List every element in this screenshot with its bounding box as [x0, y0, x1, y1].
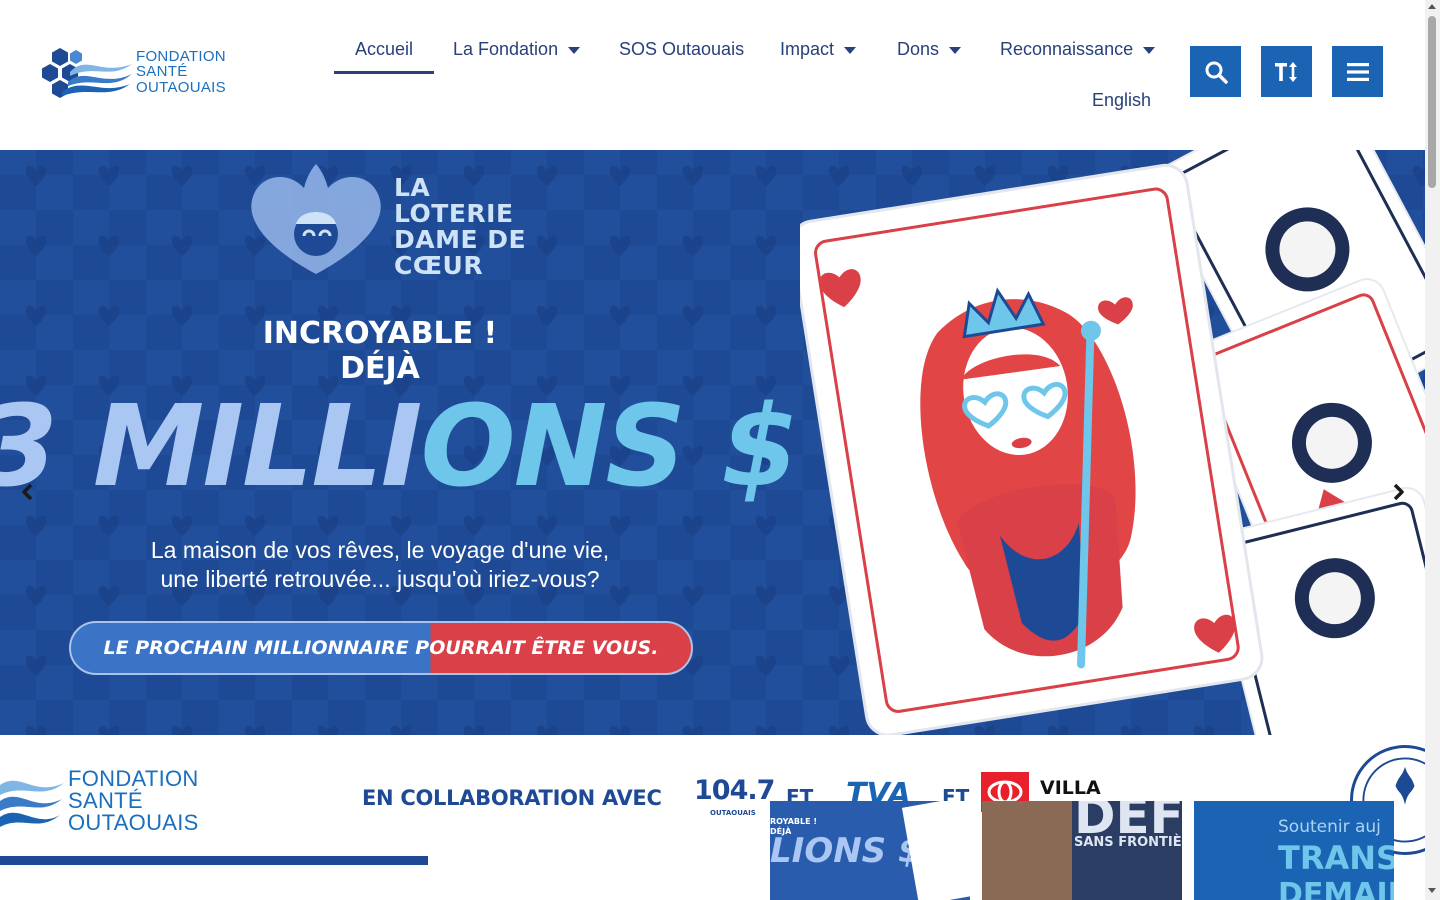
- thumbnail-portrait-icon: [982, 801, 1072, 900]
- nav-item-dons[interactable]: Dons: [897, 24, 962, 74]
- hero-tagline: La maison de vos rêves, le voyage d'une …: [80, 536, 680, 594]
- logo-line: OUTAOUAIS: [136, 78, 226, 96]
- nav-item-label: La Fondation: [453, 38, 559, 59]
- logo-mark-icon: [42, 48, 132, 98]
- hero-headline-left: 3 MILLI: [0, 382, 422, 512]
- hero-kicker: INCROYABLE ! DÉJÀ: [230, 316, 530, 386]
- thumbnail-defi[interactable]: DÉFI SANS FRONTIÈRES: [982, 801, 1182, 900]
- caret-down-icon: [844, 46, 857, 54]
- lottery-name-line: DAME DE: [394, 225, 527, 254]
- nav-item-label: Reconnaissance: [1000, 38, 1134, 59]
- hamburger-menu-icon: [1346, 62, 1369, 81]
- lottery-name-line: LA: [394, 173, 431, 202]
- nav-item-la-fondation[interactable]: La Fondation: [453, 24, 581, 74]
- thumbnail-line: LIONS $: [770, 831, 922, 871]
- scroll-down-arrow-icon[interactable]: [1428, 888, 1436, 893]
- hero-tagline-line: une liberté retrouvée... jusqu'où iriez-…: [160, 566, 600, 592]
- lottery-name-line: CŒUR: [394, 251, 484, 280]
- scrollbar-thumb[interactable]: [1428, 16, 1436, 188]
- scroll-up-arrow-icon[interactable]: [1428, 4, 1436, 9]
- strip-logo-text: FONDATION SANTÉ OUTAOUAIS: [68, 768, 199, 834]
- collaboration-banner: FONDATION SANTÉ OUTAOUAIS EN COLLABORATI…: [0, 735, 1425, 900]
- nav-item-label: SOS Outaouais: [619, 38, 745, 59]
- thumbnail-card-icon: [901, 801, 970, 900]
- collaboration-label: EN COLLABORATION AVEC: [362, 786, 662, 810]
- strip-logo-line: OUTAOUAIS: [68, 810, 199, 835]
- hero-headline: 3 MILLIONS $: [0, 382, 799, 512]
- thumbnail-line: Soutenir auj: [1278, 817, 1381, 837]
- thumbnail-line: SANS FRONTIÈRES: [1074, 835, 1182, 850]
- nav-item-impact[interactable]: Impact: [780, 24, 857, 74]
- nav-item-accueil[interactable]: Accueil: [334, 24, 434, 74]
- hero-headline-right: ONS $: [420, 382, 799, 512]
- caret-down-icon: [1143, 46, 1156, 54]
- nav-item-sos-outaouais[interactable]: SOS Outaouais: [619, 24, 744, 74]
- hero-slider[interactable]: LA LOTERIE DAME DE CŒUR INCROYABLE ! DÉJ…: [0, 150, 1425, 735]
- nav-item-label: English: [1092, 89, 1152, 110]
- slider-next-arrow-icon[interactable]: [1386, 480, 1410, 504]
- radio-partner-logo: 104.7: [694, 775, 775, 806]
- lottery-name-line: LOTERIE: [394, 199, 514, 228]
- site-logo[interactable]: FONDATION SANTÉ OUTAOUAIS: [40, 46, 240, 98]
- search-icon: [1205, 61, 1228, 84]
- nav-item-label: Impact: [780, 38, 835, 59]
- hero-kicker-line: DÉJÀ: [340, 351, 420, 386]
- strip-logo-line: SANTÉ: [68, 788, 143, 813]
- nav-item-reconnaissance[interactable]: Reconnaissance: [1000, 24, 1156, 74]
- site-header: FONDATION SANTÉ OUTAOUAIS Accueil La Fon…: [0, 0, 1425, 150]
- lottery-name: LA LOTERIE DAME DE CŒUR: [394, 175, 526, 279]
- foundation-waves-icon: [0, 780, 64, 827]
- thumbnail-line: DEMAIN: [1278, 877, 1394, 900]
- radio-partner-sub: OUTAOUAIS: [710, 809, 756, 817]
- logo-line: FONDATION: [136, 47, 226, 65]
- hero-tagline-line: La maison de vos rêves, le voyage d'une …: [150, 537, 610, 563]
- strip-underline-bar: [0, 856, 428, 865]
- menu-button[interactable]: [1332, 46, 1383, 97]
- nav-item-label: Accueil: [354, 38, 414, 59]
- hero-cta-button[interactable]: LE PROCHAIN MILLIONNAIRE POURRAIT ÊTRE V…: [69, 621, 693, 675]
- thumbnail-line: ROYABLE !: [770, 817, 817, 826]
- thumbnail-transform[interactable]: Soutenir auj TRANSFO DEMAIN: [1194, 801, 1394, 900]
- page-scrollbar[interactable]: [1425, 0, 1440, 900]
- text-size-button[interactable]: [1261, 46, 1312, 97]
- playing-cards-illustration: [800, 150, 1425, 735]
- thumbnail-lottery[interactable]: ROYABLE ! DÉJÀ LIONS $: [770, 801, 970, 900]
- caret-down-icon: [568, 46, 581, 54]
- thumbnail-line: TRANSFO: [1278, 839, 1394, 877]
- hero-kicker-line: INCROYABLE !: [262, 316, 498, 351]
- nav-item-label: Dons: [897, 38, 940, 59]
- strip-logo-line: FONDATION: [68, 766, 199, 791]
- search-button[interactable]: [1190, 46, 1241, 97]
- logo-line: SANTÉ: [136, 63, 188, 81]
- slider-prev-arrow-icon[interactable]: [16, 480, 40, 504]
- text-size-icon: [1274, 61, 1297, 82]
- caret-down-icon: [949, 46, 962, 54]
- nav-item-english[interactable]: English: [1092, 75, 1151, 125]
- villa-partner-logo: VILLA: [1040, 777, 1101, 799]
